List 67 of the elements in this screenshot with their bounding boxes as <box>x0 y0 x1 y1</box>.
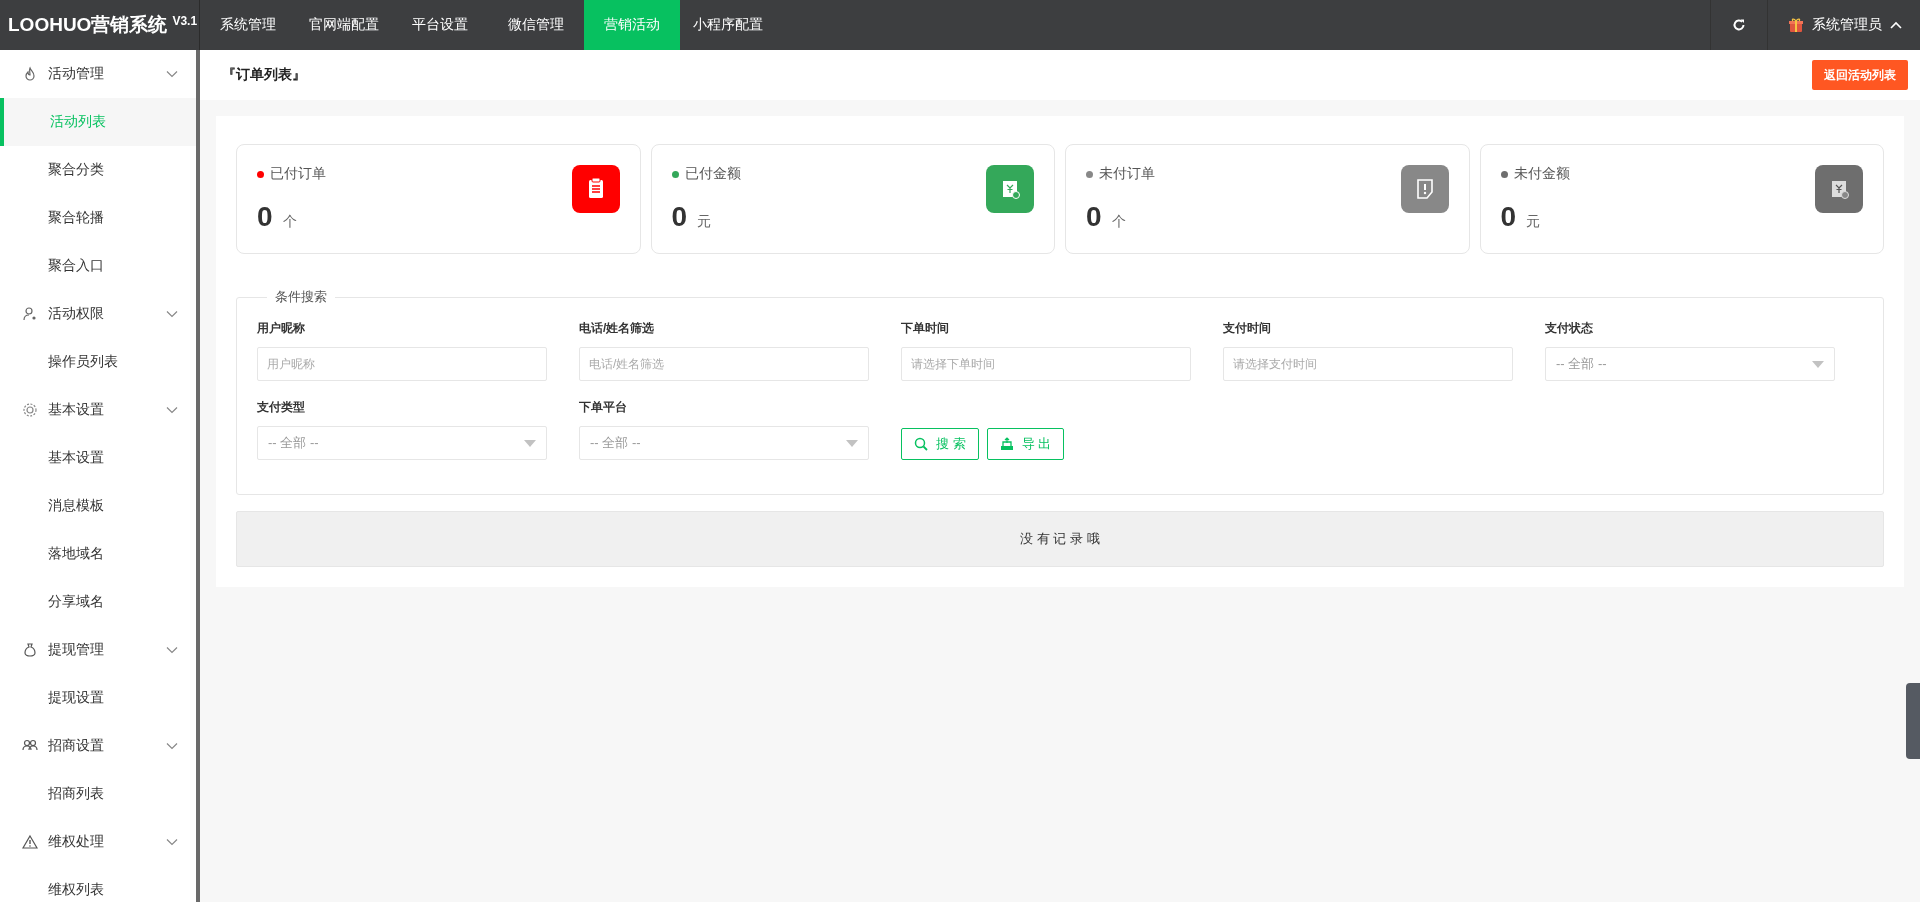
stat-unit: 个 <box>1111 213 1126 231</box>
dropdown-arrow-icon <box>524 439 536 447</box>
stat-label: 已付订单 <box>270 165 326 183</box>
sidebar-item[interactable]: 提现设置 <box>0 674 196 722</box>
version-label: V3.1 <box>172 14 198 28</box>
input-field[interactable]: 请选择下单时间 <box>901 347 1191 381</box>
stat-label: 未付订单 <box>1099 165 1155 183</box>
sidebar-group[interactable]: 提现管理 <box>0 626 196 674</box>
stat-unit: 元 <box>1526 213 1541 231</box>
nav-tab[interactable]: 官网端配置 <box>296 0 392 50</box>
stat-value: 0 <box>671 201 688 233</box>
input-field[interactable]: 请选择支付时间 <box>1223 347 1513 381</box>
stat-icon <box>1400 165 1449 213</box>
field-label: 支付类型 <box>257 399 306 416</box>
sidebar-item[interactable]: 聚合分类 <box>0 146 196 194</box>
stat-value: 0 <box>1086 201 1102 233</box>
stat-icon <box>986 165 1034 213</box>
sidebar-item[interactable]: 消息模板 <box>0 482 196 530</box>
menu-icon <box>22 834 38 850</box>
sidebar-group[interactable]: 活动权限 <box>0 290 196 338</box>
field-label: 下单平台 <box>579 399 628 416</box>
sidebar-group[interactable]: 维权处理 <box>0 818 196 866</box>
sidebar-group[interactable]: 基本设置 <box>0 386 196 434</box>
menu-icon <box>22 66 38 82</box>
sidebar-item[interactable]: 聚合轮播 <box>0 194 196 242</box>
panel-legend: 条件搜索 <box>267 288 335 306</box>
nav-tab[interactable]: 微信管理 <box>488 0 584 50</box>
sidebar-item[interactable]: 落地域名 <box>0 530 196 578</box>
field-label: 电话/姓名筛选 <box>579 320 656 337</box>
export-icon <box>999 437 1014 451</box>
menu-icon <box>22 306 38 322</box>
stat-value: 0 <box>257 201 273 233</box>
sidebar-item[interactable]: 分享域名 <box>0 578 196 626</box>
stat-value: 0 <box>1500 201 1517 233</box>
field-label: 支付状态 <box>1545 320 1594 337</box>
dropdown-arrow-icon <box>846 439 858 447</box>
dropdown-arrow-icon <box>1812 360 1824 368</box>
stat-unit: 个 <box>282 213 297 231</box>
sidebar-group[interactable]: 活动管理 <box>0 50 196 98</box>
sidebar-item[interactable]: 操作员列表 <box>0 338 196 386</box>
stat-icon <box>1815 165 1863 213</box>
sidebar-group[interactable]: 招商设置 <box>0 722 196 770</box>
sidebar-item[interactable]: 招商列表 <box>0 770 196 818</box>
sidebar-item[interactable]: 维权列表 <box>0 866 196 902</box>
nav-tab[interactable]: 系统管理 <box>200 0 296 50</box>
chevron-up-icon[interactable] <box>1890 21 1902 29</box>
sidebar-item[interactable]: 基本设置 <box>0 434 196 482</box>
menu-icon <box>22 402 38 418</box>
field-label: 用户昵称 <box>257 320 306 337</box>
field-label: 支付时间 <box>1223 320 1272 337</box>
gift-icon <box>1788 17 1804 33</box>
nav-tab[interactable]: 平台设置 <box>392 0 488 50</box>
page-title: 『订单列表』 <box>222 66 306 84</box>
nav-tab[interactable]: 小程序配置 <box>680 0 776 50</box>
refresh-icon[interactable] <box>1732 18 1746 32</box>
menu-icon <box>22 642 38 658</box>
empty-message: 没 有 记 录 哦 <box>236 511 1884 567</box>
user-name[interactable]: 系统管理员 <box>1812 16 1882 34</box>
stat-label: 未付金额 <box>1513 165 1570 183</box>
stat-unit: 元 <box>697 213 712 231</box>
field-label: 下单时间 <box>901 320 950 337</box>
search-icon <box>914 437 928 451</box>
input-field[interactable]: 电话/姓名筛选 <box>579 347 869 381</box>
sidebar-item[interactable]: 聚合入口 <box>0 242 196 290</box>
input-field[interactable]: 用户昵称 <box>257 347 547 381</box>
stat-icon <box>571 165 620 213</box>
stat-label: 已付金额 <box>684 165 741 183</box>
